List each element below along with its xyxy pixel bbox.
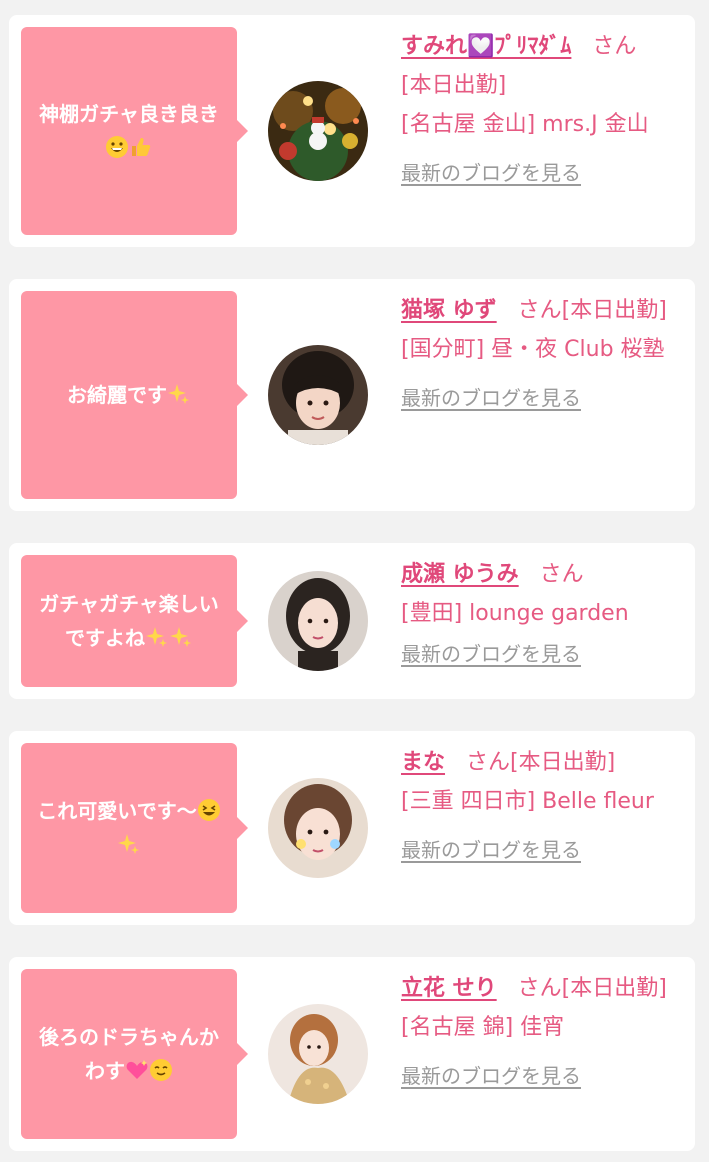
comment-text: 神棚ガチャ良き良き (33, 97, 225, 165)
latest-blog-link[interactable]: 最新のブログを見る (401, 1061, 683, 1091)
sparkling-heart-icon (125, 1058, 149, 1082)
honorific: さん (539, 562, 584, 587)
honorific: さん (517, 298, 562, 323)
laughing-face-icon (197, 798, 221, 822)
comment-text: ガチャガチャ楽しいですよね (39, 592, 219, 650)
profile-name-link[interactable]: 立花 せり (401, 976, 497, 1001)
shop-name: [名古屋 金山] mrs.J 金山 (401, 112, 649, 137)
avatar[interactable] (268, 345, 368, 445)
thumbs-up-icon (129, 135, 153, 159)
shop-name: [国分町] 昼・夜 Club 桜塾 (401, 337, 665, 362)
comment-card: お綺麗です 猫塚 ゆず さん[本日出勤] [国分町] 昼・夜 Club 桜塾 最… (9, 279, 695, 511)
honorific: さん (466, 750, 511, 775)
comment-card: 神棚ガチャ良き良き すみれ💟ﾌﾟﾘﾏﾀﾞﾑ さん [本日出勤] [名古屋 金山]… (9, 15, 695, 247)
comment-card: ガチャガチャ楽しいですよね 成瀬 ゆうみ さん [豊田] lounge gard… (9, 543, 695, 699)
latest-blog-link[interactable]: 最新のブログを見る (401, 158, 683, 188)
sparkles-icon (167, 382, 191, 406)
profile-info: 猫塚 ゆず さん[本日出勤] [国分町] 昼・夜 Club 桜塾 最新のブログを… (401, 291, 683, 413)
comment-bubble: 後ろのドラちゃんかわす (21, 969, 248, 1139)
sparkles-icon (169, 625, 193, 649)
latest-blog-link[interactable]: 最新のブログを見る (401, 383, 683, 413)
comment-bubble: 神棚ガチャ良き良き (21, 27, 248, 235)
comment-card: 後ろのドラちゃんかわす 立花 せり さん[本日出勤] [名古屋 錦] 佳宵 最新… (9, 957, 695, 1151)
comment-card: これ可愛いです〜 まな さん[本日出勤] [三重 四日市] Belle fleu… (9, 731, 695, 925)
work-status: [本日出勤] (561, 976, 667, 1001)
comment-bubble: これ可愛いです〜 (21, 743, 248, 913)
sparkles-icon (117, 832, 141, 856)
avatar[interactable] (268, 778, 368, 878)
sparkles-icon (145, 625, 169, 649)
comment-text: お綺麗です (67, 378, 191, 412)
latest-blog-link[interactable]: 最新のブログを見る (401, 639, 683, 669)
comment-list: 神棚ガチャ良き良き すみれ💟ﾌﾟﾘﾏﾀﾞﾑ さん [本日出勤] [名古屋 金山]… (0, 0, 709, 1162)
shop-name: [名古屋 錦] 佳宵 (401, 1015, 565, 1040)
comment-bubble: ガチャガチャ楽しいですよね (21, 555, 248, 687)
profile-info: すみれ💟ﾌﾟﾘﾏﾀﾞﾑ さん [本日出勤] [名古屋 金山] mrs.J 金山 … (401, 27, 683, 188)
profile-info: まな さん[本日出勤] [三重 四日市] Belle fleur 最新のブログを… (401, 743, 683, 865)
profile-name-link[interactable]: 成瀬 ゆうみ (401, 562, 519, 587)
comment-text: 後ろのドラちゃんかわす (39, 1025, 219, 1083)
profile-info: 成瀬 ゆうみ さん [豊田] lounge garden 最新のブログを見る (401, 555, 683, 669)
profile-name-link[interactable]: すみれ💟ﾌﾟﾘﾏﾀﾞﾑ (401, 34, 571, 59)
shop-name: [豊田] lounge garden (401, 601, 629, 626)
avatar[interactable] (268, 571, 368, 671)
work-status: [本日出勤] (401, 73, 507, 98)
shop-name: [三重 四日市] Belle fleur (401, 789, 654, 814)
profile-name-link[interactable]: 猫塚 ゆず (401, 298, 497, 323)
work-status: [本日出勤] (561, 298, 667, 323)
relieved-face-icon (149, 1058, 173, 1082)
profile-name-link[interactable]: まな (401, 750, 445, 775)
avatar[interactable] (268, 1004, 368, 1104)
work-status: [本日出勤] (510, 750, 616, 775)
comment-text: これ可愛いです〜 (33, 794, 225, 862)
profile-info: 立花 せり さん[本日出勤] [名古屋 錦] 佳宵 最新のブログを見る (401, 969, 683, 1091)
honorific: さん (517, 976, 562, 1001)
grinning-face-icon (105, 135, 129, 159)
latest-blog-link[interactable]: 最新のブログを見る (401, 835, 683, 865)
avatar[interactable] (268, 81, 368, 181)
comment-bubble: お綺麗です (21, 291, 248, 499)
honorific: さん (592, 34, 637, 59)
